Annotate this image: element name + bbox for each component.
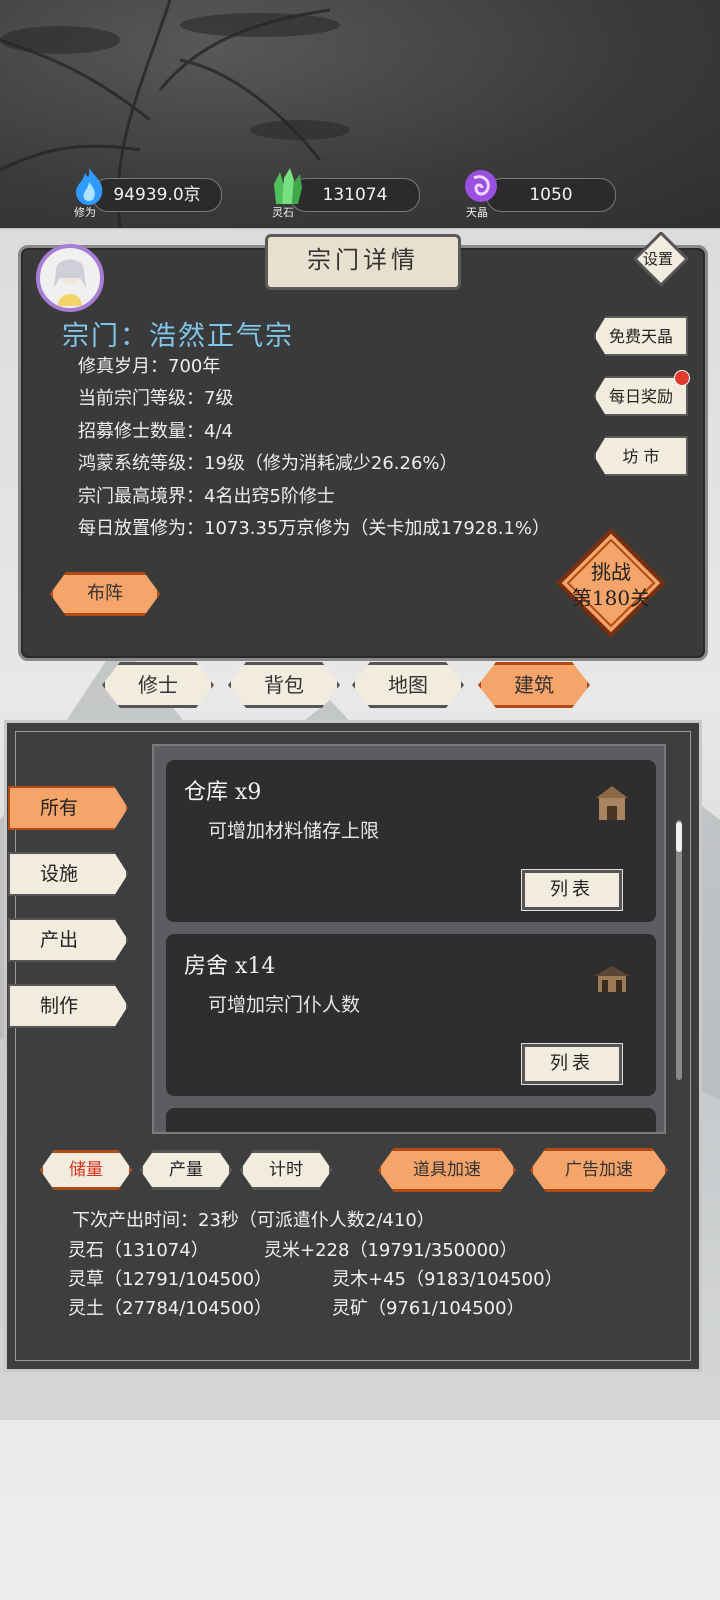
resource-lingshi-pill: 131074 [290,178,420,212]
info-hongmeng-level: 鸿蒙系统等级：19级（修为消耗减少26.26%） [78,453,458,474]
tab-cultivators[interactable]: 修士 [102,662,214,708]
info-daily-idle: 每日放置修为：1073.35万京修为（关卡加成17928.1%） [78,518,550,539]
sect-name: 宗门：浩然正气宗 [62,321,294,352]
category-crafting[interactable]: 制作 [8,984,128,1028]
tab-map[interactable]: 地图 [352,662,464,708]
challenge-label: 挑战 [591,560,631,584]
character-portrait-icon [54,259,86,306]
market-button[interactable]: 坊 市 [594,436,688,476]
tab-timer[interactable]: 计时 [240,1150,332,1190]
daily-reward-button[interactable]: 每日奖励 [594,376,688,416]
info-years: 修真岁月：700年 [78,356,221,377]
resource-xiuwei-value: 94939.0京 [113,185,201,205]
warehouse-icon [596,786,628,820]
resource-lingshi-value: 131074 [322,185,388,205]
stat-lingmi: 灵米+228（19791/350000） [264,1240,518,1261]
tab-output[interactable]: 产量 [140,1150,232,1190]
stat-lingmu: 灵木+45（9183/104500） [332,1269,563,1290]
stat-lingtu: 灵土（27784/104500） [68,1298,273,1319]
house-icon [594,966,630,992]
building-card-partial [166,1108,656,1132]
info-recruit-count: 招募修士数量：4/4 [78,421,233,442]
list-scrollbar[interactable] [676,820,682,1080]
green-crystal-icon [274,168,302,204]
challenge-stage: 第180关 [571,586,651,610]
next-output-time: 下次产出时间：23秒（可派遣仆人数2/410） [72,1210,435,1231]
tab-buildings[interactable]: 建筑 [478,662,590,708]
notification-dot [674,370,690,386]
resource-xiuwei-label: 修为 [74,206,96,219]
purple-gem-icon [465,170,497,202]
tab-storage[interactable]: 储量 [40,1150,132,1190]
resource-tianjing-value: 1050 [529,185,573,205]
item-speedup-button[interactable]: 道具加速 [378,1148,516,1192]
house-list-button[interactable]: 列表 [521,1043,623,1085]
category-all[interactable]: 所有 [8,786,128,830]
resource-tianjing-label: 天晶 [466,206,488,219]
blue-flame-icon [76,168,103,205]
formation-button[interactable]: 布阵 [50,572,160,616]
building-title: 房舍 x14 [184,954,276,979]
panel-title: 宗门详情 [265,234,461,290]
building-title: 仓库 x9 [184,780,262,805]
resource-tianjing-pill: 1050 [486,178,616,212]
category-facilities[interactable]: 设施 [8,852,128,896]
building-card-house: 房舍 x14 可增加宗门仆人数 列表 [166,934,656,1096]
info-highest-realm: 宗门最高境界：4名出窍5阶修士 [78,486,335,507]
building-desc: 可增加材料储存上限 [208,820,380,842]
building-card-warehouse: 仓库 x9 可增加材料储存上限 列表 [166,760,656,922]
resource-xiuwei-pill: 94939.0京 [92,178,222,212]
info-sect-level: 当前宗门等级：7级 [78,388,234,409]
category-production[interactable]: 产出 [8,918,128,962]
resource-lingshi-label: 灵石 [272,206,294,219]
list-scroll-thumb[interactable] [676,822,682,852]
free-tianjing-button[interactable]: 免费天晶 [594,316,688,356]
stat-lingcao: 灵草（12791/104500） [68,1269,273,1290]
ad-speedup-button[interactable]: 广告加速 [530,1148,668,1192]
stat-lingshi: 灵石（131074） [68,1240,209,1261]
warehouse-list-button[interactable]: 列表 [521,869,623,911]
building-desc: 可增加宗门仆人数 [208,994,361,1016]
tab-backpack[interactable]: 背包 [228,662,340,708]
challenge-button[interactable]: 挑战 第180关 [556,528,666,638]
settings-label[interactable]: 设置 [643,248,673,269]
building-list[interactable]: 仓库 x9 可增加材料储存上限 列表 房舍 x14 可增加宗门仆人数 列表 [152,744,666,1134]
avatar[interactable] [36,244,104,312]
stat-lingkuang: 灵矿（9761/104500） [332,1298,525,1319]
